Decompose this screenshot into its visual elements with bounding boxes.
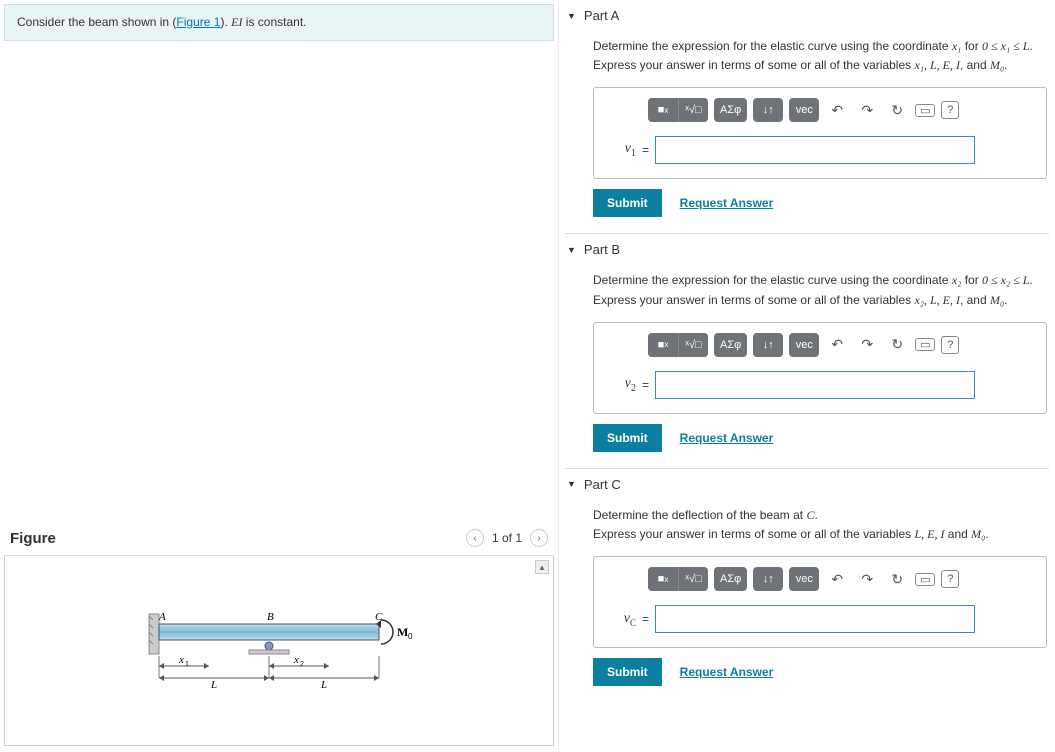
reset-button[interactable]: ↻ [885,333,909,357]
sqrt-button[interactable]: ˣ√□ [678,98,708,122]
part-a-answer-box: ■x ˣ√□ ΑΣφ ↓↑ vec ↶ ↷ ↻ ▭ [593,87,1047,179]
vec-button[interactable]: vec [789,333,819,357]
part-c-answer-box: ■x ˣ√□ ΑΣφ ↓↑ vec ↶ ↷ ↻ ▭ ? vC = [593,556,1047,648]
caret-down-icon: ▼ [567,245,576,255]
part-a-prompt: Determine the expression for the elastic… [593,37,1047,75]
updown-button[interactable]: ↓↑ [753,333,783,357]
undo-button[interactable]: ↶ [825,98,849,122]
undo-button[interactable]: ↶ [825,567,849,591]
submit-button-c[interactable]: Submit [593,658,662,686]
greek-button[interactable]: ΑΣφ [714,98,747,122]
part-b-prompt: Determine the expression for the elastic… [593,271,1047,309]
equation-toolbar: ■x ˣ√□ ΑΣφ ↓↑ vec ↶ ↷ ↻ ▭ ? [606,333,1034,357]
equation-toolbar: ■x ˣ√□ ΑΣφ ↓↑ vec ↶ ↷ ↻ ▭ [606,98,1034,122]
prob-text-pre: Consider the beam shown in ( [17,15,176,29]
keyboard-icon[interactable]: ▭ [915,338,935,351]
reset-button[interactable]: ↻ [885,567,909,591]
ei-var: EI [231,15,242,29]
part-b-title: Part B [584,242,620,257]
help-button[interactable]: ? [941,101,959,119]
ei-const: is constant. [242,15,306,29]
figure-header: Figure ‹ 1 of 1 › [4,521,554,556]
caret-down-icon: ▼ [567,479,576,489]
request-answer-link-a[interactable]: Request Answer [680,196,774,210]
undo-button[interactable]: ↶ [825,333,849,357]
request-answer-link-b[interactable]: Request Answer [680,431,774,445]
svg-text:C: C [375,611,383,623]
svg-text:M: M [397,625,408,639]
keyboard-icon[interactable]: ▭ [915,104,935,117]
svg-text:B: B [267,611,274,623]
problem-statement: Consider the beam shown in (Figure 1). E… [4,4,554,41]
var-label-v1: v1 [606,141,636,159]
submit-button-a[interactable]: Submit [593,189,662,217]
greek-button[interactable]: ΑΣφ [714,333,747,357]
svg-text:0: 0 [408,632,413,641]
var-label-vc: vC [606,611,636,628]
part-a-title: Part A [584,8,619,23]
svg-text:L: L [210,679,217,691]
svg-text:x: x [293,654,299,666]
svg-text:L: L [320,679,327,691]
reset-button[interactable]: ↻ [885,98,909,122]
redo-button[interactable]: ↷ [855,567,879,591]
keyboard-icon[interactable]: ▭ [915,573,935,586]
sqrt-button[interactable]: ˣ√□ [678,333,708,357]
updown-button[interactable]: ↓↑ [753,567,783,591]
var-label-v2: v2 [606,376,636,394]
svg-text:2: 2 [300,661,304,668]
help-button[interactable]: ? [941,336,959,354]
figure-link[interactable]: Figure 1 [176,15,220,29]
part-b-answer-box: ■x ˣ√□ ΑΣφ ↓↑ vec ↶ ↷ ↻ ▭ ? v2 = [593,322,1047,414]
help-button[interactable]: ? [941,570,959,588]
templates-button[interactable]: ■x [648,567,678,591]
part-c-prompt: Determine the deflection of the beam at … [593,506,1047,544]
figure-pager: ‹ 1 of 1 › [466,529,548,547]
pager-text: 1 of 1 [492,531,522,545]
beam-diagram: M0 A B C x1 x2 L L [129,606,429,726]
vec-button[interactable]: vec [789,98,819,122]
submit-button-b[interactable]: Submit [593,424,662,452]
answer-input-a[interactable] [655,136,975,164]
part-c-header[interactable]: ▼ Part C [565,468,1049,502]
svg-text:x: x [178,654,184,666]
part-b-body: Determine the expression for the elastic… [565,267,1049,461]
prev-figure-button[interactable]: ‹ [466,529,484,547]
scroll-up-icon[interactable]: ▲ [535,560,549,574]
svg-text:A: A [158,611,166,623]
equation-toolbar: ■x ˣ√□ ΑΣφ ↓↑ vec ↶ ↷ ↻ ▭ ? [606,567,1034,591]
next-figure-button[interactable]: › [530,529,548,547]
redo-button[interactable]: ↷ [855,333,879,357]
templates-button[interactable]: ■x [648,98,678,122]
part-a-header[interactable]: ▼ Part A [565,0,1049,33]
request-answer-link-c[interactable]: Request Answer [680,665,774,679]
svg-text:1: 1 [185,661,189,668]
part-c-body: Determine the deflection of the beam at … [565,502,1049,696]
updown-button[interactable]: ↓↑ [753,98,783,122]
templates-button[interactable]: ■x [648,333,678,357]
caret-down-icon: ▼ [567,11,576,21]
redo-button[interactable]: ↷ [855,98,879,122]
part-c-title: Part C [584,477,621,492]
figure-title: Figure [10,530,56,547]
prob-text-post: ). [220,15,231,29]
figure-viewport: ▲ M0 A B [4,556,554,746]
answer-input-b[interactable] [655,371,975,399]
vec-button[interactable]: vec [789,567,819,591]
part-a-body: Determine the expression for the elastic… [565,33,1049,227]
answer-input-c[interactable] [655,605,975,633]
part-b-header[interactable]: ▼ Part B [565,233,1049,267]
sqrt-button[interactable]: ˣ√□ [678,567,708,591]
greek-button[interactable]: ΑΣφ [714,567,747,591]
